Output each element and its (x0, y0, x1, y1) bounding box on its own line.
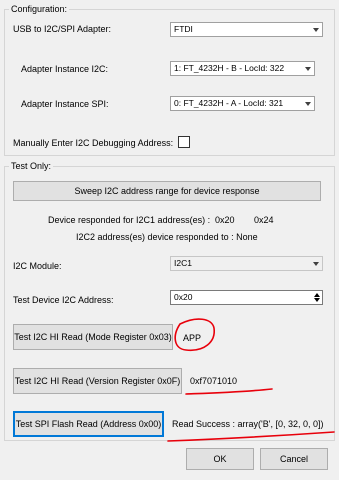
i2c1-address-0: 0x20 (215, 215, 235, 225)
test-only-legend: Test Only: (11, 161, 52, 171)
module-label: I2C Module: (13, 261, 62, 271)
mode-read-button[interactable]: Test I2C HI Read (Mode Register 0x03) (13, 324, 173, 350)
stepper-up-icon[interactable] (314, 293, 320, 297)
module-select[interactable]: I2C1 (170, 256, 323, 271)
chevron-down-icon (305, 67, 311, 71)
cancel-button[interactable]: Cancel (260, 448, 328, 470)
mode-read-result: APP (183, 333, 202, 343)
chevron-down-icon (313, 28, 319, 32)
chevron-down-icon (313, 262, 319, 266)
chevron-down-icon (305, 102, 311, 106)
spi-read-button[interactable]: Test SPI Flash Read (Address 0x00) (13, 411, 164, 437)
spi-read-result: Read Success : array('B', [0, 32, 0, 0]) (172, 419, 324, 429)
version-read-button[interactable]: Test I2C HI Read (Version Register 0x0F) (13, 368, 182, 394)
i2c1-address-1: 0x24 (254, 215, 274, 225)
manual-address-label: Manually Enter I2C Debugging Address: (13, 138, 174, 148)
stepper-down-icon[interactable] (314, 298, 320, 302)
ok-button[interactable]: OK (186, 448, 254, 470)
configuration-legend: Configuration: (11, 4, 68, 14)
module-select-value: I2C1 (174, 258, 192, 268)
sweep-button[interactable]: Sweep I2C address range for device respo… (13, 181, 321, 201)
i2c2-response-text: I2C2 address(es) device responded to : N… (76, 232, 258, 242)
device-address-value: 0x20 (174, 292, 193, 302)
i2c-instance-select[interactable]: 1: FT_4232H - B - LocId: 322 (170, 61, 315, 76)
adapter-label: USB to I2C/SPI Adapter: (13, 24, 112, 34)
i2c1-response-label: Device responded for I2C1 address(es) : (48, 215, 211, 225)
adapter-select[interactable]: FTDI (170, 22, 323, 37)
spi-instance-label: Adapter Instance SPI: (21, 99, 109, 109)
spi-instance-select-value: 0: FT_4232H - A - LocId: 321 (174, 98, 284, 108)
adapter-select-value: FTDI (174, 24, 193, 34)
i2c-instance-label: Adapter Instance I2C: (21, 64, 109, 74)
i2c-instance-select-value: 1: FT_4232H - B - LocId: 322 (174, 63, 285, 73)
spi-instance-select[interactable]: 0: FT_4232H - A - LocId: 321 (170, 96, 315, 111)
device-address-stepper[interactable]: 0x20 (170, 290, 323, 305)
manual-address-checkbox[interactable] (178, 136, 190, 148)
version-read-result: 0xf7071010 (190, 376, 238, 386)
device-address-label: Test Device I2C Address: (13, 295, 114, 305)
